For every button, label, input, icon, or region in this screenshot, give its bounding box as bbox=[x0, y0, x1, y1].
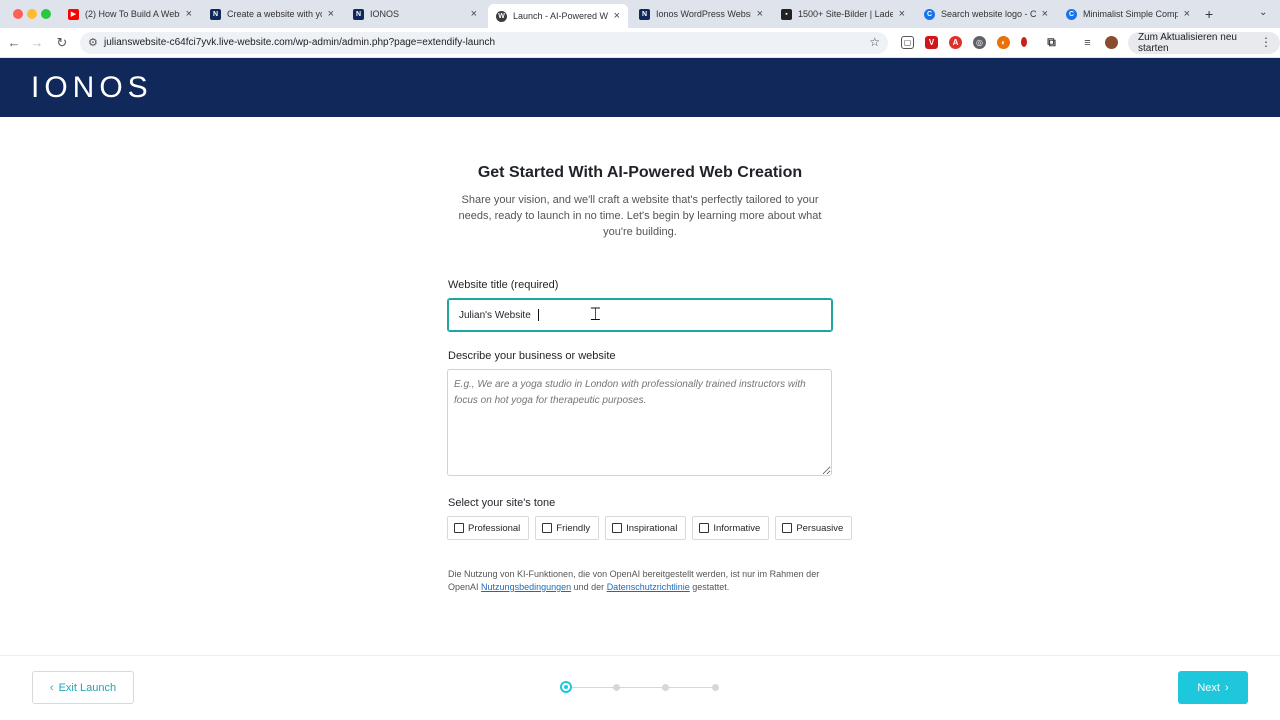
browser-tab[interactable]: ▶ (2) How To Build A Websi × bbox=[60, 4, 200, 24]
browser-tab[interactable]: C Search website logo - Ca × bbox=[916, 4, 1056, 24]
canva-icon: C bbox=[1066, 8, 1077, 20]
browser-toolbar: ← → ↻ ⚙ julianswebsite-c64fci7yvk.live-w… bbox=[0, 28, 1280, 58]
description-textarea[interactable] bbox=[447, 369, 832, 476]
browser-tab-active[interactable]: W Launch - AI-Powered We × bbox=[488, 4, 628, 28]
close-tab-icon[interactable]: × bbox=[471, 8, 477, 20]
new-tab-icon[interactable]: + bbox=[1205, 6, 1213, 22]
tab-search-chevron-icon[interactable]: ⌄ bbox=[1259, 7, 1267, 18]
wordpress-icon: W bbox=[496, 10, 507, 22]
openai-legal-notice: Die Nutzung von KI-Funktionen, die von O… bbox=[448, 569, 820, 592]
tone-options: Professional Friendly Inspirational Info… bbox=[447, 516, 853, 540]
extension-icon[interactable] bbox=[1021, 37, 1027, 47]
browser-tab[interactable]: N IONOS × bbox=[345, 4, 485, 24]
site-info-icon[interactable]: ⚙ bbox=[88, 36, 98, 49]
close-tab-icon[interactable]: × bbox=[614, 10, 620, 22]
ionos-icon: N bbox=[210, 8, 221, 20]
close-tab-icon[interactable]: × bbox=[328, 8, 334, 20]
close-tab-icon[interactable]: × bbox=[1184, 8, 1190, 20]
description-label: Describe your business or website bbox=[448, 350, 616, 362]
canva-icon: C bbox=[924, 8, 935, 20]
chevron-right-icon: › bbox=[1224, 681, 1229, 694]
checkbox[interactable] bbox=[454, 523, 464, 533]
adblock-extension-icon[interactable]: A bbox=[949, 36, 962, 49]
app-header bbox=[0, 58, 1280, 117]
checkbox[interactable] bbox=[542, 523, 553, 533]
page-title: Get Started With AI-Powered Web Creation bbox=[477, 164, 803, 181]
maximize-window-button[interactable] bbox=[41, 9, 51, 19]
text-caret bbox=[538, 309, 539, 321]
close-tab-icon[interactable]: × bbox=[1042, 8, 1048, 20]
address-bar[interactable]: ⚙ julianswebsite-c64fci7yvk.live-website… bbox=[80, 32, 888, 54]
terms-of-use-link[interactable]: Nutzungsbedingungen bbox=[481, 582, 571, 592]
step-dot bbox=[712, 684, 719, 691]
ionos-logo: IONOS bbox=[31, 71, 153, 104]
bookmark-star-icon[interactable]: ☆ bbox=[869, 35, 880, 49]
tone-option-friendly[interactable]: Friendly bbox=[535, 516, 600, 540]
website-title-input[interactable] bbox=[447, 298, 833, 332]
vivaldi-extension-icon[interactable]: V bbox=[925, 36, 938, 49]
browser-tab[interactable]: ▪ 1500+ Site-Bilder | Laden × bbox=[773, 4, 913, 24]
extension-icon[interactable]: ◎ bbox=[973, 36, 986, 49]
reading-list-icon[interactable]: ≡ bbox=[1081, 36, 1094, 49]
step-dot bbox=[613, 684, 620, 691]
step-dot-current bbox=[560, 681, 572, 693]
exit-launch-button[interactable]: ‹ Exit Launch bbox=[32, 671, 134, 704]
tone-option-persuasive[interactable]: Persuasive bbox=[775, 516, 853, 540]
privacy-policy-link[interactable]: Datenschutzrichtlinie bbox=[607, 582, 690, 592]
more-menu-icon[interactable]: ⋮ bbox=[1260, 35, 1272, 49]
close-tab-icon[interactable]: × bbox=[757, 8, 763, 20]
browser-tab-bar: ▶ (2) How To Build A Websi × N Create a … bbox=[0, 0, 1280, 28]
next-button[interactable]: Next › bbox=[1178, 671, 1248, 704]
reload-icon[interactable]: ↻ bbox=[54, 35, 70, 51]
website-title-label: Website title (required) bbox=[448, 279, 559, 291]
extensions-puzzle-icon[interactable]: ⧉ bbox=[1045, 35, 1058, 49]
browser-tab[interactable]: C Minimalist Simple Compu × bbox=[1058, 4, 1198, 24]
browser-tab[interactable]: N Create a website with yo × bbox=[202, 4, 342, 24]
browser-tab[interactable]: N Ionos WordPress Website × bbox=[631, 4, 771, 24]
profile-avatar[interactable] bbox=[1105, 36, 1118, 49]
close-tab-icon[interactable]: × bbox=[899, 8, 905, 20]
ionos-icon: N bbox=[353, 8, 364, 20]
back-arrow-icon[interactable]: ← bbox=[6, 35, 22, 50]
tone-label: Select your site's tone bbox=[448, 497, 556, 509]
checkbox[interactable] bbox=[782, 523, 793, 533]
step-indicator bbox=[560, 681, 720, 693]
extension-icon[interactable]: ◐ bbox=[997, 36, 1010, 49]
image-icon: ▪ bbox=[781, 8, 792, 20]
text-cursor-icon: ⌶ bbox=[590, 304, 601, 324]
minimize-window-button[interactable] bbox=[27, 9, 37, 19]
close-tab-icon[interactable]: × bbox=[186, 8, 192, 20]
close-window-button[interactable] bbox=[13, 9, 23, 19]
page-subtitle: Share your vision, and we'll craft a web… bbox=[458, 194, 822, 238]
step-dot bbox=[662, 684, 669, 691]
forward-arrow-icon[interactable]: → bbox=[29, 35, 45, 50]
address-url: julianswebsite-c64fci7yvk.live-website.c… bbox=[104, 37, 496, 48]
tone-option-informative[interactable]: Informative bbox=[692, 516, 770, 540]
ionos-icon: N bbox=[639, 8, 650, 20]
update-button[interactable]: Zum Aktualisieren neu starten bbox=[1128, 32, 1280, 54]
checkbox[interactable] bbox=[612, 523, 623, 533]
chevron-left-icon: ‹ bbox=[49, 681, 54, 694]
youtube-icon: ▶ bbox=[68, 8, 79, 20]
screenshot-extension-icon[interactable]: ▢ bbox=[901, 36, 914, 49]
checkbox[interactable] bbox=[699, 523, 710, 533]
tone-option-inspirational[interactable]: Inspirational bbox=[605, 516, 687, 540]
tone-option-professional[interactable]: Professional bbox=[447, 516, 530, 540]
step-track bbox=[566, 687, 716, 688]
